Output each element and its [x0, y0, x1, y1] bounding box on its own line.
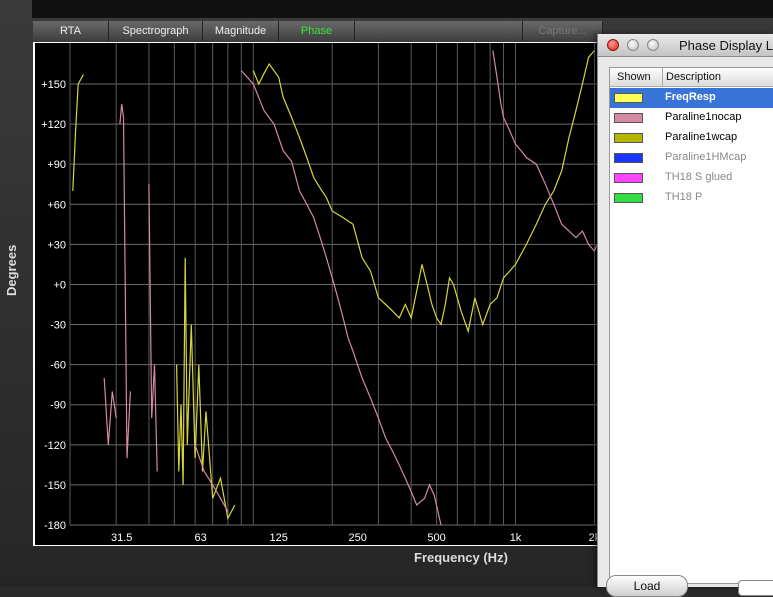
y-tick-label: +150 [41, 79, 66, 91]
y-axis-label: Degrees [4, 244, 19, 296]
list-header: Shown Description [610, 68, 773, 87]
list-item[interactable]: TH18 S glued [610, 168, 773, 188]
curve-name: FreqResp [665, 91, 716, 103]
y-tick-label: +0 [53, 279, 66, 291]
y-tick-label: +60 [47, 199, 66, 211]
curve-name: TH18 S glued [665, 171, 733, 183]
y-tick-label: +90 [47, 159, 66, 171]
curve-list: Shown Description FreqResp Paraline1nocap… [609, 67, 773, 584]
list-item[interactable]: FreqResp [610, 88, 773, 108]
plot-area [35, 43, 599, 545]
column-shown[interactable]: Shown [617, 71, 651, 83]
y-tick-label: +120 [41, 119, 66, 131]
column-separator [662, 68, 663, 86]
x-tick-label: 250 [348, 532, 366, 544]
x-tick-label: 63 [195, 532, 207, 544]
options-popup[interactable] [738, 580, 773, 596]
color-swatch[interactable] [614, 153, 643, 163]
y-tick-label: -30 [50, 320, 66, 332]
zoom-icon[interactable] [647, 39, 659, 51]
color-swatch[interactable] [614, 113, 643, 123]
window-title: Phase Display L [679, 38, 773, 53]
curve-name: Paraline1wcap [665, 131, 738, 143]
close-icon[interactable] [607, 39, 619, 51]
x-axis-label: Frequency (Hz) [414, 550, 508, 565]
curve-name: Paraline1HMcap [665, 151, 747, 163]
list-item[interactable]: Paraline1HMcap [610, 148, 773, 168]
y-tick-label: -60 [50, 360, 66, 372]
list-item[interactable]: TH18 P [610, 188, 773, 208]
x-tick-label: 125 [270, 532, 288, 544]
x-tick-label: 1k [510, 532, 522, 544]
y-tick-label: -180 [44, 520, 66, 532]
curve-name: TH18 P [665, 191, 703, 203]
phase-chart: +150 +120 +90 +60 +30 +0 -30 -60 -90 -120 -150 -180… [35, 43, 600, 545]
color-swatch[interactable] [614, 193, 643, 203]
y-tick-label: -150 [44, 480, 66, 492]
list-item[interactable]: Paraline1wcap [610, 128, 773, 148]
column-description[interactable]: Description [666, 71, 721, 83]
y-tick-label: +30 [47, 239, 66, 251]
load-button[interactable]: Load [606, 575, 688, 597]
color-swatch[interactable] [614, 93, 643, 103]
list-item[interactable]: Paraline1nocap [610, 108, 773, 128]
y-tick-label: -90 [50, 400, 66, 412]
minimize-icon[interactable] [627, 39, 639, 51]
x-tick-label: 31.5 [111, 532, 132, 544]
color-swatch[interactable] [614, 173, 643, 183]
window-titlebar[interactable]: Phase Display L [598, 34, 773, 57]
y-tick-label: -120 [44, 440, 66, 452]
phase-display-window: Phase Display L Shown Description FreqRe… [597, 34, 773, 597]
color-swatch[interactable] [614, 133, 643, 143]
curve-name: Paraline1nocap [665, 111, 742, 123]
x-tick-label: 500 [427, 532, 445, 544]
